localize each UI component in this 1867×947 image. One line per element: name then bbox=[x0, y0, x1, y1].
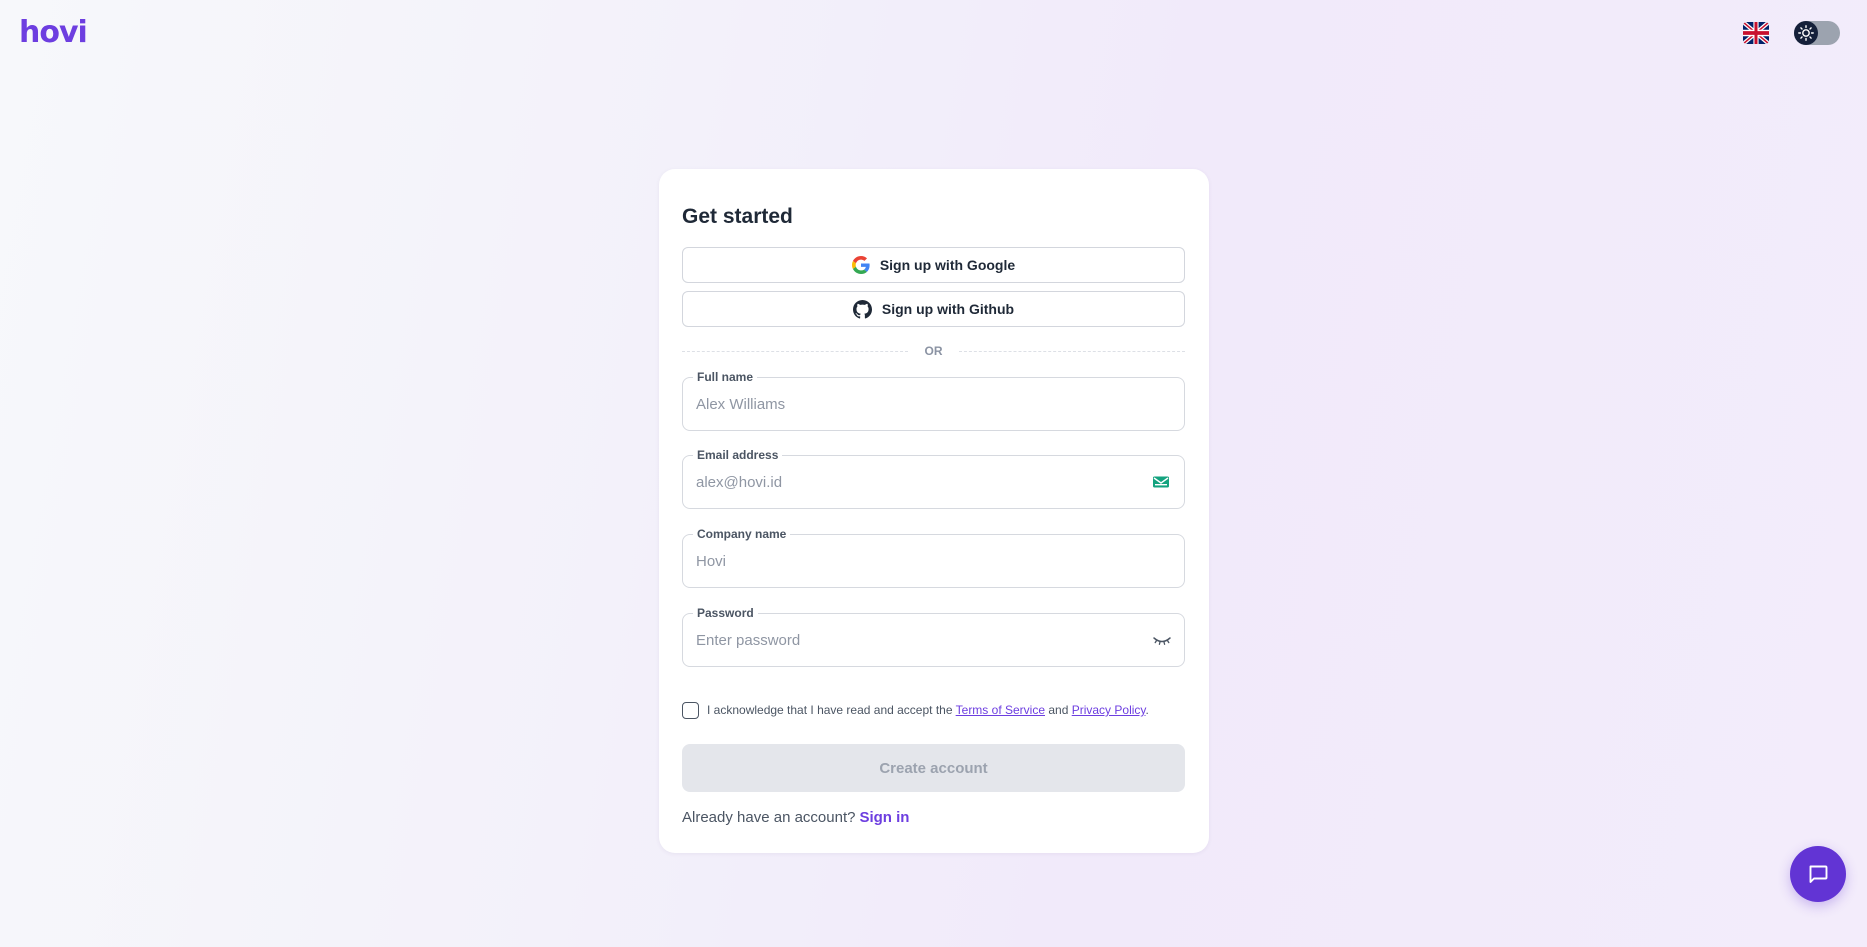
sun-icon bbox=[1798, 25, 1814, 41]
language-selector[interactable] bbox=[1743, 22, 1769, 44]
company-name-field: Company name bbox=[682, 526, 1185, 588]
terms-checkbox[interactable] bbox=[682, 701, 699, 719]
acknowledgement-suffix: . bbox=[1145, 703, 1149, 717]
signin-prompt-row: Already have an account? Sign in bbox=[682, 809, 909, 827]
github-icon bbox=[852, 299, 872, 319]
acknowledgement-text: I acknowledge that I have read and accep… bbox=[707, 703, 1149, 717]
terms-acknowledgement: I acknowledge that I have read and accep… bbox=[682, 701, 1149, 719]
uk-flag-icon bbox=[1743, 22, 1769, 44]
google-icon bbox=[851, 256, 870, 274]
company-name-input[interactable] bbox=[696, 535, 1136, 587]
github-signup-button[interactable]: Sign up with Github bbox=[682, 291, 1185, 327]
terms-of-service-link[interactable]: Terms of Service bbox=[956, 703, 1045, 717]
email-input[interactable] bbox=[696, 456, 1136, 508]
chat-bubble-icon bbox=[1809, 865, 1828, 883]
sign-in-link[interactable]: Sign in bbox=[859, 809, 909, 826]
theme-toggle[interactable] bbox=[1794, 21, 1840, 45]
chat-support-button[interactable] bbox=[1790, 846, 1846, 902]
create-account-button[interactable]: Create account bbox=[682, 744, 1185, 792]
github-signup-label: Sign up with Github bbox=[881, 301, 1015, 317]
top-bar: hovi bbox=[0, 0, 1867, 66]
email-field: Email address bbox=[682, 447, 1185, 509]
eye-closed-icon[interactable] bbox=[1152, 632, 1171, 648]
theme-toggle-knob bbox=[1794, 21, 1818, 45]
email-icon bbox=[1152, 474, 1170, 490]
page-title: Get started bbox=[682, 205, 793, 228]
signin-prompt-text: Already have an account? bbox=[682, 809, 856, 826]
acknowledgement-prefix: I acknowledge that I have read and accep… bbox=[707, 703, 953, 717]
or-divider: OR bbox=[682, 345, 1185, 357]
google-signup-button[interactable]: Sign up with Google bbox=[682, 247, 1185, 283]
acknowledgement-conjunction: and bbox=[1048, 703, 1069, 717]
password-input[interactable] bbox=[696, 614, 1136, 666]
google-signup-label: Sign up with Google bbox=[879, 257, 1016, 273]
full-name-input[interactable] bbox=[696, 378, 1136, 430]
full-name-field: Full name bbox=[682, 369, 1185, 431]
signup-card: Get started Sign up with Google Sign up … bbox=[659, 169, 1209, 853]
password-field: Password bbox=[682, 605, 1185, 667]
divider-line-right bbox=[959, 351, 1185, 352]
hovi-logo[interactable]: hovi bbox=[19, 12, 88, 54]
privacy-policy-link[interactable]: Privacy Policy bbox=[1072, 703, 1146, 717]
